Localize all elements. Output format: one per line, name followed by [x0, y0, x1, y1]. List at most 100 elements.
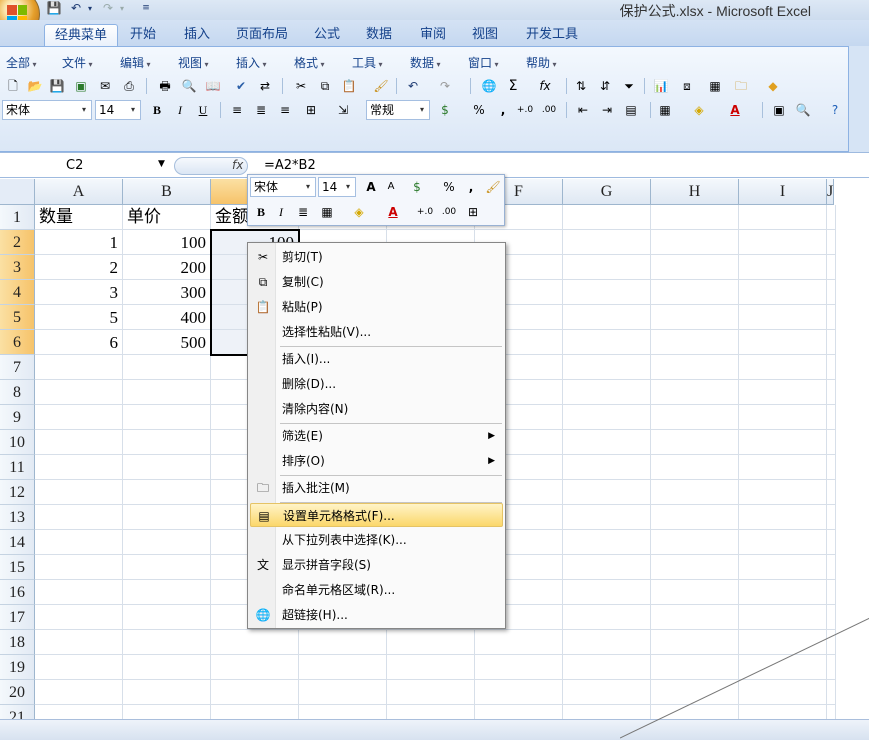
save-icon[interactable]: 💾: [48, 77, 66, 95]
cell-g2[interactable]: [563, 230, 651, 255]
context-menu-item-9[interactable]: 🗀 插入批注(M): [250, 476, 503, 500]
context-menu-item-5[interactable]: 删除(D)...: [250, 372, 503, 396]
menu-view[interactable]: 视图: [178, 54, 209, 71]
column-header-i[interactable]: I: [739, 179, 827, 205]
cell-d20[interactable]: [299, 680, 387, 705]
format-painter-icon[interactable]: 🖌: [372, 77, 390, 95]
align-right-icon[interactable]: ≡: [276, 101, 294, 119]
sort-ascending-icon[interactable]: ⇅: [572, 77, 590, 95]
row-header-21[interactable]: 21: [0, 705, 35, 719]
cell-j1[interactable]: [827, 205, 836, 230]
cell-j14[interactable]: [827, 530, 836, 555]
cell-j12[interactable]: [827, 480, 836, 505]
filter-icon[interactable]: ⏷: [620, 77, 638, 95]
cell-a1[interactable]: 数量: [35, 205, 123, 230]
cell-b4[interactable]: 300: [123, 280, 211, 305]
italic-button[interactable]: I: [171, 101, 189, 119]
open-icon[interactable]: 📂: [26, 77, 44, 95]
cut-icon[interactable]: ✂: [292, 77, 310, 95]
decrease-decimal-icon[interactable]: .00: [540, 101, 558, 119]
mini-italic-button[interactable]: I: [272, 203, 290, 221]
sort-descending-icon[interactable]: ⇵: [596, 77, 614, 95]
mini-borders-icon[interactable]: ▦: [318, 203, 336, 221]
mini-merge-icon[interactable]: ⊞: [464, 203, 482, 221]
folder-icon[interactable]: 🗀: [732, 77, 750, 95]
row-header-4[interactable]: 4: [0, 280, 35, 305]
preview-icon[interactable]: 🔍: [180, 77, 198, 95]
spelling-icon[interactable]: ✔: [232, 77, 250, 95]
save-icon[interactable]: 💾: [46, 1, 62, 16]
cell-h16[interactable]: [651, 580, 739, 605]
increase-indent-icon[interactable]: ⇥: [598, 101, 616, 119]
row-header-14[interactable]: 14: [0, 530, 35, 555]
cell-d19[interactable]: [299, 655, 387, 680]
zoom-icon[interactable]: 🔍: [794, 101, 812, 119]
cell-h3[interactable]: [651, 255, 739, 280]
context-menu-item-11[interactable]: 从下拉列表中选择(K)...: [250, 528, 503, 552]
mini-decrease-decimal-icon[interactable]: .00: [440, 203, 458, 221]
grow-font-icon[interactable]: A: [362, 178, 380, 196]
font-name-combo[interactable]: 宋体 ▾: [2, 100, 92, 120]
undo-icon[interactable]: ↶: [404, 77, 422, 95]
cell-j5[interactable]: [827, 305, 836, 330]
menu-tools[interactable]: 工具: [352, 54, 383, 71]
mini-font-color-icon[interactable]: A: [384, 203, 402, 221]
cell-g3[interactable]: [563, 255, 651, 280]
cell-a21[interactable]: [35, 705, 123, 719]
cell-f19[interactable]: [475, 655, 563, 680]
menu-insert[interactable]: 插入: [236, 54, 267, 71]
mini-format-painter-icon[interactable]: 🖌: [484, 178, 502, 196]
cell-a11[interactable]: [35, 455, 123, 480]
cell-a14[interactable]: [35, 530, 123, 555]
cell-i6[interactable]: [739, 330, 827, 355]
cell-h10[interactable]: [651, 430, 739, 455]
cell-g11[interactable]: [563, 455, 651, 480]
cell-b21[interactable]: [123, 705, 211, 719]
cell-i16[interactable]: [739, 580, 827, 605]
cell-e20[interactable]: [387, 680, 475, 705]
row-header-13[interactable]: 13: [0, 505, 35, 530]
cell-j7[interactable]: [827, 355, 836, 380]
cell-f20[interactable]: [475, 680, 563, 705]
decrease-indent-icon[interactable]: ⇤: [574, 101, 592, 119]
cell-a3[interactable]: 2: [35, 255, 123, 280]
tab-home[interactable]: 开始: [120, 24, 166, 46]
row-header-10[interactable]: 10: [0, 430, 35, 455]
row-header-12[interactable]: 12: [0, 480, 35, 505]
cell-g7[interactable]: [563, 355, 651, 380]
number-format-combo[interactable]: 常规 ▾: [366, 100, 430, 120]
context-menu-item-8[interactable]: 排序(O) ▶: [250, 449, 503, 473]
cell-b6[interactable]: 500: [123, 330, 211, 355]
cell-c20[interactable]: [211, 680, 299, 705]
cell-i9[interactable]: [739, 405, 827, 430]
cell-i1[interactable]: [739, 205, 827, 230]
cell-i10[interactable]: [739, 430, 827, 455]
align-left-icon[interactable]: ≡: [228, 101, 246, 119]
cell-d21[interactable]: [299, 705, 387, 719]
cell-h1[interactable]: [651, 205, 739, 230]
cell-styles-icon[interactable]: ▤: [622, 101, 640, 119]
row-header-1[interactable]: 1: [0, 205, 35, 230]
insert-function-icon[interactable]: fx: [536, 77, 554, 95]
menu-file[interactable]: 文件: [62, 54, 93, 71]
gallery-icon[interactable]: ▣: [770, 101, 788, 119]
pivot-icon[interactable]: ⧈: [678, 77, 696, 95]
cell-b10[interactable]: [123, 430, 211, 455]
select-all-corner[interactable]: [0, 179, 35, 205]
context-menu-item-2[interactable]: 📋 粘贴(P): [250, 295, 503, 319]
cell-b20[interactable]: [123, 680, 211, 705]
cell-g12[interactable]: [563, 480, 651, 505]
macro-icon[interactable]: ◆: [764, 77, 782, 95]
context-menu-item-0[interactable]: ✂ 剪切(T): [250, 245, 503, 269]
cell-h9[interactable]: [651, 405, 739, 430]
context-menu-item-13[interactable]: 命名单元格区域(R)...: [250, 578, 503, 602]
email-icon[interactable]: ✉: [96, 77, 114, 95]
cell-a5[interactable]: 5: [35, 305, 123, 330]
tab-data[interactable]: 数据: [356, 24, 402, 46]
cell-i14[interactable]: [739, 530, 827, 555]
insert-function-button[interactable]: fx: [232, 158, 243, 172]
cell-g9[interactable]: [563, 405, 651, 430]
row-header-6[interactable]: 6: [0, 330, 35, 355]
row-header-5[interactable]: 5: [0, 305, 35, 330]
cell-h14[interactable]: [651, 530, 739, 555]
